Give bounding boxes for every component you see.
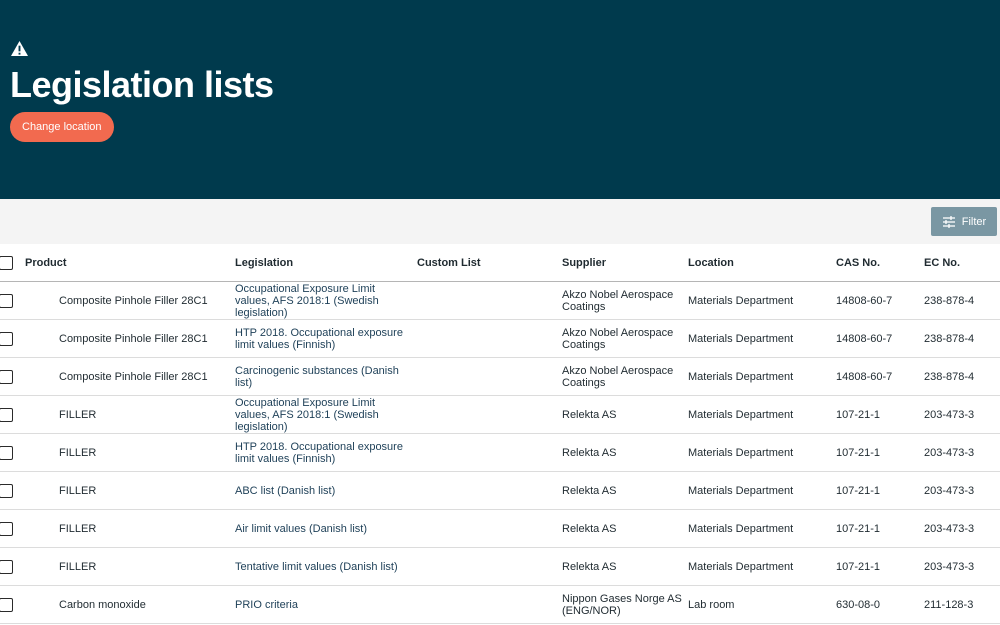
cell-custom-list <box>417 282 557 319</box>
cell-ec: 238-878-4 <box>924 294 975 307</box>
cell-location: Materials Department <box>688 446 794 459</box>
cell-custom-list <box>417 472 557 509</box>
cell-supplier: Akzo Nobel Aerospace Coatings <box>562 288 674 313</box>
column-header-custom-list[interactable]: Custom List <box>417 244 557 281</box>
cell-cas: 107-21-1 <box>836 560 881 573</box>
table-row[interactable]: FILLER Tentative limit values (Danish li… <box>0 548 1000 586</box>
cell-location: Materials Department <box>688 560 794 573</box>
table-row[interactable]: Composite Pinhole Filler 28C1 Carcinogen… <box>0 358 1000 396</box>
cell-legislation[interactable]: PRIO criteria <box>235 586 410 623</box>
cell-custom-list <box>417 434 557 471</box>
row-checkbox[interactable] <box>0 408 13 422</box>
cell-product: FILLER <box>59 484 97 497</box>
cell-legislation[interactable]: Carcinogenic substances (Danish list) <box>235 358 410 395</box>
row-checkbox[interactable] <box>0 332 13 346</box>
page-title: Legislation lists <box>10 64 274 105</box>
change-location-button[interactable]: Change location <box>10 112 114 142</box>
cell-custom-list <box>417 396 557 433</box>
cell-cas: 107-21-1 <box>836 408 881 421</box>
cell-supplier: Relekta AS <box>562 560 617 573</box>
legislation-table: Product Legislation Custom List Supplier… <box>0 244 1000 624</box>
cell-product: FILLER <box>59 446 97 459</box>
column-header-supplier[interactable]: Supplier <box>562 244 682 281</box>
cell-custom-list <box>417 320 557 357</box>
cell-custom-list <box>417 586 557 623</box>
cell-product: FILLER <box>59 522 97 535</box>
cell-cas: 14808-60-7 <box>836 294 893 307</box>
cell-supplier: Akzo Nobel Aerospace Coatings <box>562 326 674 351</box>
table-row[interactable]: FILLER ABC list (Danish list) Relekta AS… <box>0 472 1000 510</box>
filter-label: Filter <box>961 215 987 228</box>
cell-product: Composite Pinhole Filler 28C1 <box>59 332 208 345</box>
cell-legislation[interactable]: HTP 2018. Occupational exposure limit va… <box>235 434 410 471</box>
table-row[interactable]: Carbon monoxide PRIO criteria Nippon Gas… <box>0 586 1000 624</box>
cell-product: FILLER <box>59 408 97 421</box>
cell-location: Lab room <box>688 598 735 611</box>
cell-custom-list <box>417 510 557 547</box>
toolbar <box>0 199 1000 244</box>
cell-product: Composite Pinhole Filler 28C1 <box>59 370 208 383</box>
cell-ec: 203-473-3 <box>924 522 975 535</box>
cell-location: Materials Department <box>688 332 794 345</box>
table-row[interactable]: FILLER Air limit values (Danish list) Re… <box>0 510 1000 548</box>
column-header-location[interactable]: Location <box>688 244 828 281</box>
column-header-product[interactable]: Product <box>25 244 195 281</box>
cell-cas: 630-08-0 <box>836 598 881 611</box>
row-checkbox[interactable] <box>0 370 13 384</box>
cell-location: Materials Department <box>688 294 794 307</box>
cell-legislation[interactable]: HTP 2018. Occupational exposure limit va… <box>235 320 410 357</box>
cell-location: Materials Department <box>688 522 794 535</box>
cell-ec: 203-473-3 <box>924 408 975 421</box>
cell-product: Carbon monoxide <box>59 598 146 611</box>
cell-location: Materials Department <box>688 484 794 497</box>
table-row[interactable]: FILLER HTP 2018. Occupational exposure l… <box>0 434 1000 472</box>
cell-ec: 238-878-4 <box>924 332 975 345</box>
table-row[interactable]: Composite Pinhole Filler 28C1 HTP 2018. … <box>0 320 1000 358</box>
row-checkbox[interactable] <box>0 522 13 536</box>
table-header-row: Product Legislation Custom List Supplier… <box>0 244 1000 282</box>
filter-button[interactable]: Filter <box>931 207 997 236</box>
column-header-ec[interactable]: EC No. <box>924 244 1000 281</box>
cell-cas: 107-21-1 <box>836 446 881 459</box>
cell-ec: 203-473-3 <box>924 446 975 459</box>
sliders-icon <box>942 215 955 228</box>
cell-ec: 238-878-4 <box>924 370 975 383</box>
cell-ec: 211-128-3 <box>924 598 974 611</box>
table-row[interactable]: FILLER Occupational Exposure Limit value… <box>0 396 1000 434</box>
row-checkbox[interactable] <box>0 560 13 574</box>
cell-ec: 203-473-3 <box>924 560 975 573</box>
column-header-legislation[interactable]: Legislation <box>235 244 410 281</box>
cell-custom-list <box>417 358 557 395</box>
column-header-cas[interactable]: CAS No. <box>836 244 920 281</box>
cell-supplier: Relekta AS <box>562 408 617 421</box>
table-row[interactable]: Composite Pinhole Filler 28C1 Occupation… <box>0 282 1000 320</box>
cell-location: Materials Department <box>688 370 794 383</box>
row-checkbox[interactable] <box>0 446 13 460</box>
cell-supplier: Relekta AS <box>562 522 617 535</box>
cell-supplier: Relekta AS <box>562 484 617 497</box>
cell-supplier: Relekta AS <box>562 446 617 459</box>
cell-cas: 107-21-1 <box>836 484 881 497</box>
cell-product: FILLER <box>59 560 97 573</box>
cell-ec: 203-473-3 <box>924 484 975 497</box>
row-checkbox[interactable] <box>0 294 13 308</box>
cell-custom-list <box>417 548 557 585</box>
cell-legislation[interactable]: ABC list (Danish list) <box>235 472 410 509</box>
cell-legislation[interactable]: Occupational Exposure Limit values, AFS … <box>235 282 410 319</box>
cell-legislation[interactable]: Tentative limit values (Danish list) <box>235 548 410 585</box>
cell-legislation[interactable]: Occupational Exposure Limit values, AFS … <box>235 396 410 433</box>
cell-cas: 107-21-1 <box>836 522 881 535</box>
row-checkbox[interactable] <box>0 598 13 612</box>
row-checkbox[interactable] <box>0 484 13 498</box>
cell-cas: 14808-60-7 <box>836 370 893 383</box>
page-header: Legislation lists Change location <box>0 0 1000 199</box>
cell-supplier: Nippon Gases Norge AS (ENG/NOR) <box>562 592 682 617</box>
cell-cas: 14808-60-7 <box>836 332 893 345</box>
cell-legislation[interactable]: Air limit values (Danish list) <box>235 510 410 547</box>
cell-location: Materials Department <box>688 408 794 421</box>
warning-triangle-icon <box>11 40 28 57</box>
cell-product: Composite Pinhole Filler 28C1 <box>59 294 208 307</box>
cell-supplier: Akzo Nobel Aerospace Coatings <box>562 364 674 389</box>
select-all-checkbox[interactable] <box>0 256 13 270</box>
